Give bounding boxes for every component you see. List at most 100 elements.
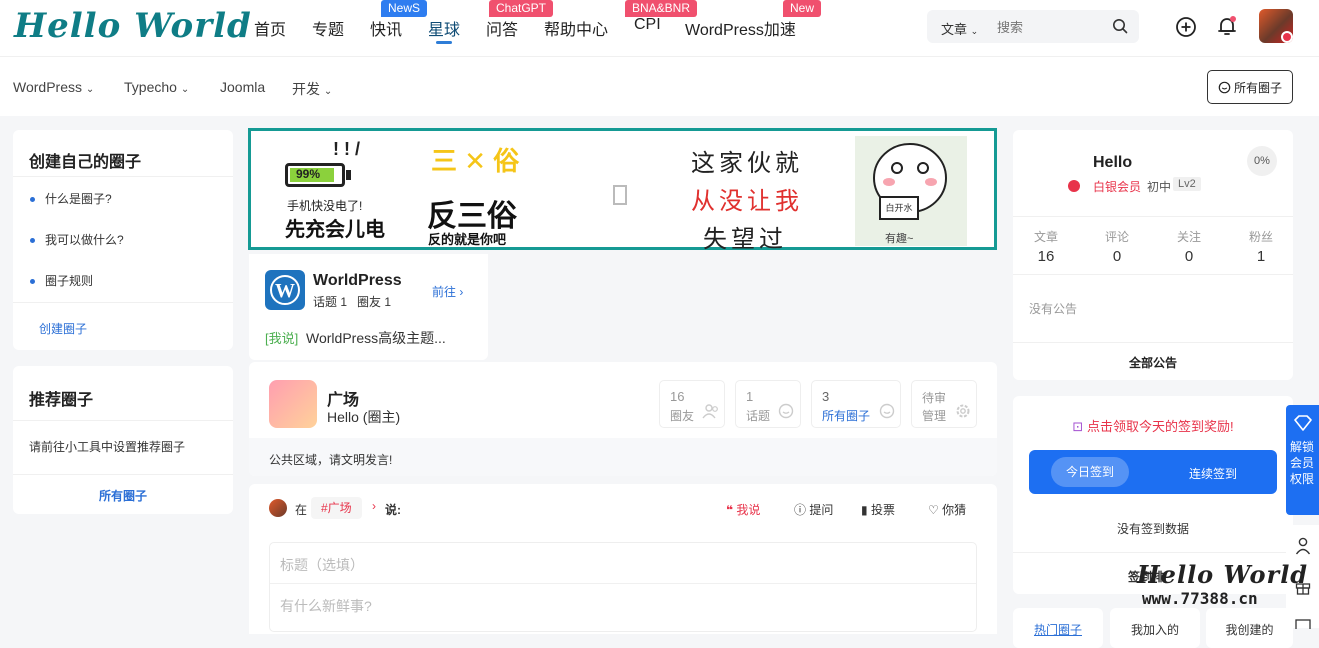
stat-members[interactable]: 16 圈友 [659, 380, 725, 428]
plaza-avatar [269, 380, 317, 428]
chevron-down-icon: ⌄ [85, 84, 95, 95]
nav-home[interactable]: 首页 [254, 16, 286, 40]
bell-icon[interactable] [1215, 14, 1239, 38]
chevron-right-icon: › [372, 499, 376, 513]
circle-name[interactable]: WorldPress [313, 272, 402, 290]
post-type-guess[interactable]: ♡ 你猜 [928, 501, 966, 518]
member-level: 白银会员 [1093, 180, 1142, 194]
svg-text:W: W [275, 280, 295, 302]
nav-planet[interactable]: 星球 [428, 16, 460, 40]
compose-editor: 标题（选填） 有什么新鲜事? [269, 542, 977, 632]
bullet-icon [30, 279, 35, 285]
stamp-cross-icon: 三 ✕ 俗 [431, 146, 520, 176]
create-circle-link[interactable]: 创建圈子 [39, 320, 87, 337]
meme-image: 白开水 有趣~ [855, 136, 967, 246]
all-notice-link[interactable]: 全部公告 [1013, 354, 1293, 371]
circle-tag-select[interactable]: #广场 [311, 497, 362, 519]
tab-created-circles[interactable]: 我创建的 [1206, 608, 1293, 648]
plaza-card: 广场 Hello (圈主) 16 圈友 1 话题 3 所有圈子 待审 管理 公共… [249, 362, 997, 476]
list-item[interactable]: 什么是圈子? [30, 190, 112, 207]
checkin-promo[interactable]: ⊡ 点击领取今天的签到奖励! [1013, 416, 1293, 435]
stat-comments[interactable]: 评论 0 [1102, 228, 1132, 265]
tab-hot-circles[interactable]: 热门圈子 [1013, 608, 1103, 648]
circle-chat-icon [879, 403, 895, 419]
list-item[interactable]: 圈子规则 [30, 272, 93, 289]
search-input[interactable] [997, 16, 1107, 38]
chevron-down-icon: ⌄ [180, 84, 190, 95]
level-progress: 0% [1247, 146, 1277, 176]
nav-cpi[interactable]: CPI [634, 16, 661, 34]
post-type-vote[interactable]: ▮ 投票 [861, 501, 895, 518]
chevron-down-icon: ⌄ [970, 26, 979, 36]
unlock-vip-float[interactable]: 解锁会员权限 [1286, 405, 1319, 515]
gift-icon: ⊡ [1072, 419, 1084, 434]
checkin-button-group: 今日签到 连续签到 [1029, 450, 1277, 494]
body-textarea[interactable]: 有什么新鲜事? [280, 596, 372, 616]
diamond-icon [1294, 415, 1312, 431]
wordpress-logo-icon: W [265, 270, 305, 310]
stat-manage[interactable]: 待审 管理 [911, 380, 977, 428]
search-category-select[interactable]: 文章 ⌄ [941, 19, 978, 38]
title-input[interactable]: 标题（选填） [280, 555, 364, 575]
post-type-question[interactable]: ⓘ 提问 [794, 501, 833, 518]
category-subnav: WordPress ⌄ Typecho ⌄ Joomla 开发 ⌄ 所有圈子 [0, 56, 1319, 116]
watermark-url: www.77388.cn [1142, 589, 1258, 608]
tab-joined-circles[interactable]: 我加入的 [1110, 608, 1200, 648]
subnav-joomla[interactable]: Joomla [220, 79, 265, 95]
list-item[interactable]: 我可以做什么? [30, 231, 124, 248]
all-circles-link[interactable]: 所有圈子 [13, 487, 233, 504]
checkin-today-button[interactable]: 今日签到 [1051, 457, 1129, 487]
add-icon[interactable] [1175, 16, 1197, 38]
checkin-empty-text: 没有签到数据 [1116, 522, 1189, 536]
plaza-notice-bar: 公共区域，请文明发言! [249, 438, 997, 476]
stat-all-circles[interactable]: 3 所有圈子 [811, 380, 901, 428]
nav-help[interactable]: 帮助中心 [544, 16, 608, 40]
compose-card: 在 #广场 › 说: ❝ 我说 ⓘ 提问 ▮ 投票 ♡ 你猜 标题（选填） 有什… [249, 484, 997, 634]
heart-icon: ♡ [928, 503, 939, 517]
create-circle-title: 创建自己的圈子 [29, 154, 142, 171]
site-logo[interactable]: Hello World [14, 6, 252, 46]
nav-qa[interactable]: 问答 [486, 16, 518, 40]
recommend-circle-card: 推荐圈子 请前往小工具中设置推荐圈子 所有圈子 [13, 366, 233, 514]
ad-banner[interactable]: 99% ! ! / 手机快没电了! 先充会儿电 三 ✕ 俗 反三俗 反的就是你吧… [248, 128, 997, 253]
badge-chatgpt: ChatGPT [489, 0, 554, 17]
chevron-right-icon: › [459, 285, 464, 299]
post-type-say[interactable]: ❝ 我说 [726, 501, 760, 518]
vip-icon [1068, 180, 1080, 192]
chat-icon [1218, 81, 1231, 93]
nav-topics[interactable]: 专题 [312, 16, 344, 40]
subnav-dev[interactable]: 开发 ⌄ [292, 79, 332, 99]
image-placeholder-icon [613, 185, 627, 205]
question-icon: ⓘ [794, 503, 807, 517]
stat-following[interactable]: 关注 0 [1174, 228, 1204, 265]
search-box: 文章 ⌄ [927, 10, 1139, 43]
user-avatar[interactable] [1259, 9, 1293, 43]
subnav-wordpress[interactable]: WordPress ⌄ [13, 79, 94, 95]
plaza-owner[interactable]: Hello (圈主) [327, 407, 400, 427]
battery-icon: 99% [285, 163, 345, 187]
stat-articles[interactable]: 文章 16 [1031, 228, 1061, 265]
latest-post[interactable]: [我说] WorldPress高级主题... [265, 328, 446, 348]
all-circles-button[interactable]: 所有圈子 [1207, 70, 1293, 104]
search-icon[interactable] [1112, 18, 1128, 34]
recommend-title: 推荐圈子 [29, 392, 94, 409]
badge-new: New [783, 0, 822, 17]
nav-news[interactable]: 快讯 [370, 16, 402, 40]
chat-icon [778, 403, 794, 419]
profile-name[interactable]: Hello [1093, 154, 1132, 172]
subnav-typecho[interactable]: Typecho ⌄ [124, 79, 189, 95]
watermark-title: Hello World [1137, 560, 1309, 589]
badge-bna: BNA&BNR [625, 0, 698, 17]
nav-wp-speed[interactable]: WordPress加速 [685, 16, 796, 40]
checkin-streak-button[interactable]: 连续签到 [1189, 465, 1237, 482]
recommend-empty-text: 请前往小工具中设置推荐圈子 [29, 440, 186, 454]
user-icon[interactable] [1295, 537, 1311, 555]
stat-fans[interactable]: 粉丝 1 [1246, 228, 1276, 265]
go-circle-link[interactable]: 前往 › [432, 283, 463, 300]
gear-icon [956, 404, 970, 418]
create-circle-card: 创建自己的圈子 什么是圈子? 我可以做什么? 圈子规则 创建圈子 [13, 130, 233, 350]
circle-preview-card[interactable]: W WorldPress 话题 1 圈友 1 前往 › [我说] WorldPr… [249, 254, 488, 360]
lv-badge: Lv2 [1173, 177, 1201, 191]
nav-active-indicator [436, 41, 452, 44]
stat-topics[interactable]: 1 话题 [735, 380, 801, 428]
